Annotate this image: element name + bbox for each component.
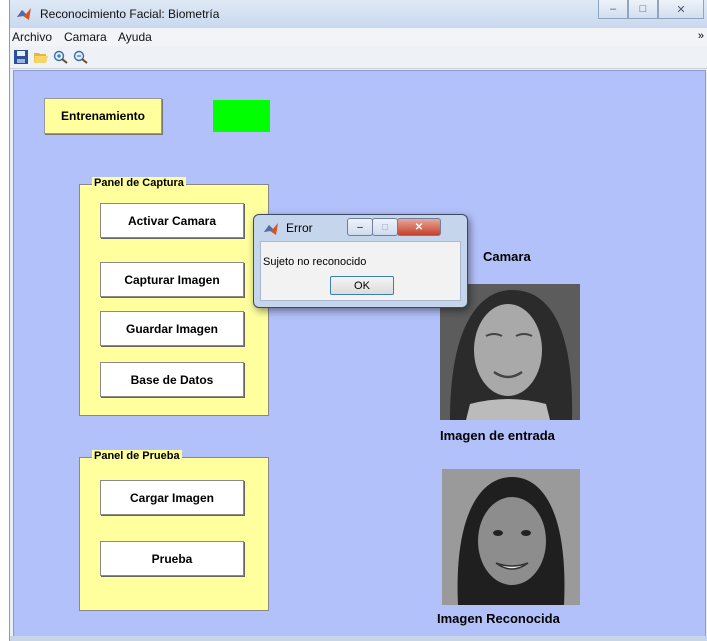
minimize-icon[interactable]: –: [347, 218, 373, 236]
matlab-logo-icon: [17, 8, 31, 20]
base-de-datos-button[interactable]: Base de Datos: [100, 362, 244, 397]
minimize-icon[interactable]: –: [598, 0, 628, 19]
title-bar[interactable]: Reconocimiento Facial: Biometría – □ ✕: [10, 0, 707, 28]
camara-label: Camara: [483, 249, 531, 264]
prueba-button[interactable]: Prueba: [100, 541, 244, 576]
matlab-logo-icon: [264, 223, 278, 235]
capture-panel-title: Panel de Captura: [92, 177, 186, 189]
imagen-reconocida-label: Imagen Reconocida: [437, 611, 560, 626]
double-arrow-icon[interactable]: »: [698, 30, 704, 42]
maximize-icon[interactable]: □: [628, 0, 658, 19]
dialog-body: Sujeto no reconocido OK: [260, 241, 461, 301]
menu-camara[interactable]: Camara: [64, 30, 107, 44]
imagen-entrada-label: Imagen de entrada: [440, 428, 555, 443]
maximize-icon[interactable]: □: [372, 218, 398, 236]
open-folder-icon[interactable]: [33, 50, 49, 64]
status-indicator: [213, 100, 270, 132]
error-dialog: Error – □ ✕ Sujeto no reconocido OK: [253, 214, 468, 308]
close-icon[interactable]: ✕: [397, 218, 441, 236]
window-title: Reconocimiento Facial: Biometría: [40, 7, 220, 21]
entrenamiento-button[interactable]: Entrenamiento: [44, 98, 162, 134]
menu-ayuda[interactable]: Ayuda: [118, 30, 152, 44]
figure-canvas: Entrenamiento Panel de Captura Activar C…: [13, 70, 706, 638]
guardar-imagen-button[interactable]: Guardar Imagen: [100, 311, 244, 346]
recognized-image: [442, 469, 580, 605]
dialog-title: Error: [286, 221, 313, 235]
menu-bar: Archivo Camara Ayuda »: [10, 28, 707, 46]
activar-camara-button[interactable]: Activar Camara: [100, 203, 244, 238]
ok-button[interactable]: OK: [330, 276, 394, 295]
dialog-message: Sujeto no reconocido: [263, 256, 367, 268]
test-panel-title: Panel de Prueba: [92, 450, 182, 462]
save-icon[interactable]: [13, 50, 29, 64]
close-icon[interactable]: ✕: [658, 0, 704, 19]
bottom-border: [10, 636, 707, 641]
menu-archivo[interactable]: Archivo: [12, 30, 52, 44]
zoom-in-icon[interactable]: [53, 50, 69, 64]
cargar-imagen-button[interactable]: Cargar Imagen: [100, 480, 244, 515]
window-controls: – □ ✕: [598, 0, 704, 20]
toolbar: [10, 46, 707, 69]
capturar-imagen-button[interactable]: Capturar Imagen: [100, 262, 244, 297]
app-window: Reconocimiento Facial: Biometría – □ ✕ A…: [9, 0, 707, 641]
zoom-out-icon[interactable]: [73, 50, 89, 64]
